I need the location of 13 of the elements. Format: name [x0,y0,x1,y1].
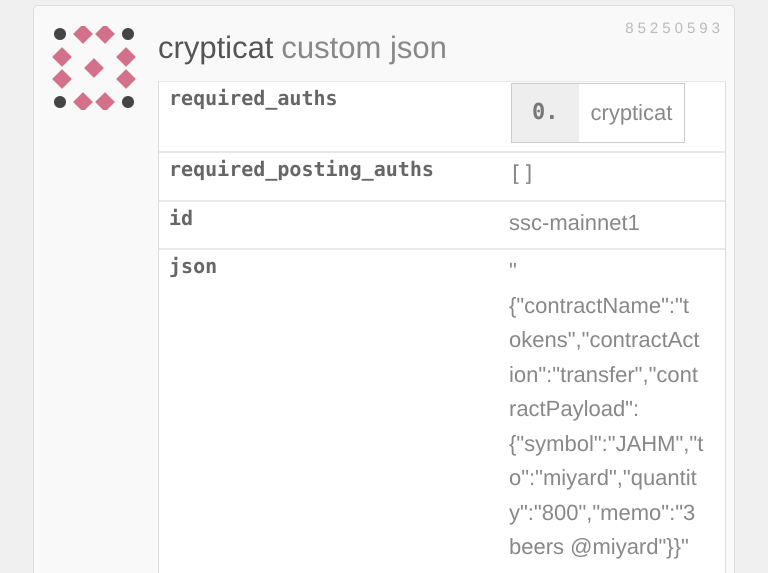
field-key: required_posting_auths [159,153,509,200]
field-value: ssc-mainnet1 [509,210,640,235]
account-name[interactable]: crypticat [158,30,274,65]
list-index: 0. [512,84,578,142]
auth-account[interactable]: crypticat [578,84,684,142]
operation-number: 85250593 [625,20,724,37]
avatar-pattern-icon [52,26,136,110]
json-value: " {"contractName":"t okens","contractAct ion":"transfer","cont ractPayload": {"symbol":"JAHM","t o":"miyard","quantit y":"800","memo":"3 beers @miyard"}}" [509,257,704,561]
field-key: required_auths [159,82,509,151]
field-value: [] [509,162,536,187]
operation-type: custom json [281,30,447,65]
field-key: id [159,202,509,248]
field-key: json [159,250,509,572]
